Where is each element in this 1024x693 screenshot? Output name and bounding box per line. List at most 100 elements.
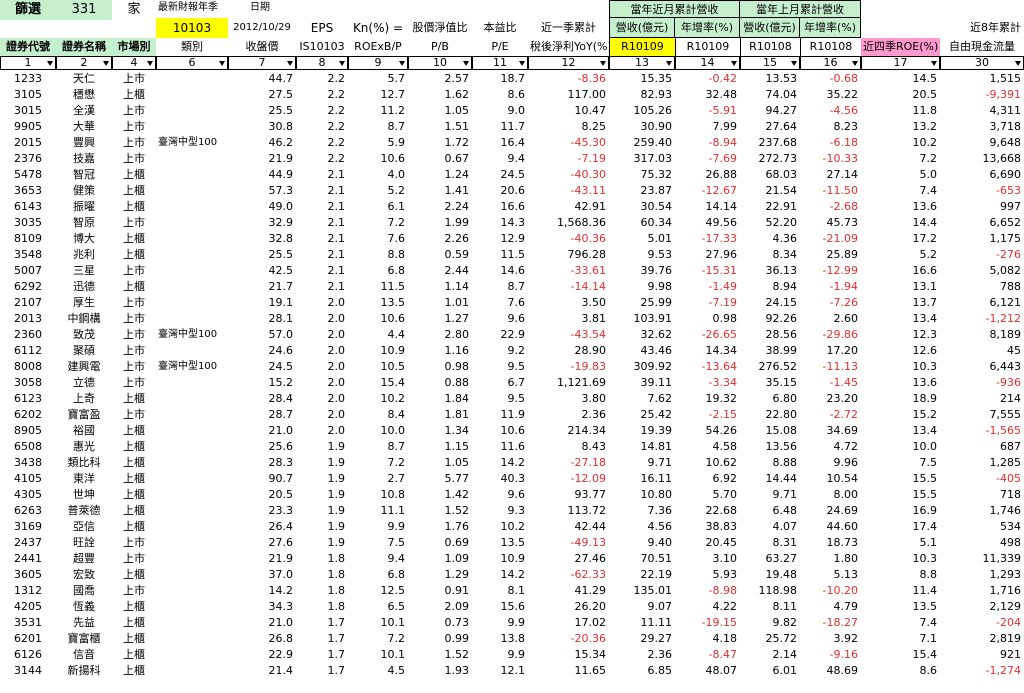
cell-col-security-code[interactable]: 8905 [0, 423, 56, 439]
cell-col-eps[interactable]: 2.0 [296, 391, 348, 407]
cell-col-kn[interactable]: 9.4 [348, 551, 408, 567]
cell-col-rev-month[interactable]: 22.19 [609, 567, 675, 583]
cell-col-pb[interactable]: 0.67 [408, 151, 472, 167]
cell-col-roe[interactable]: 5.2 [861, 247, 940, 263]
cell-col-rev-month[interactable]: 23.87 [609, 183, 675, 199]
cell-col-rev-month[interactable]: 75.32 [609, 167, 675, 183]
cell-col-pe[interactable]: 10.9 [472, 551, 528, 567]
cell-col-security-name[interactable]: 建興電 [56, 359, 112, 375]
cell-col-category[interactable] [156, 71, 228, 87]
cell-col-roe[interactable]: 13.4 [861, 311, 940, 327]
cell-col-eps[interactable]: 1.7 [296, 615, 348, 631]
cell-col-pe[interactable]: 9.0 [472, 103, 528, 119]
colnum-col-security-name[interactable]: 2 [56, 56, 112, 70]
cell-col-grow-prev[interactable]: -9.16 [800, 647, 861, 663]
cell-col-rev-month[interactable]: 16.11 [609, 471, 675, 487]
cell-col-pb[interactable]: 0.99 [408, 631, 472, 647]
cell-col-yoy[interactable]: -40.36 [528, 231, 609, 247]
cell-col-security-name[interactable]: 信音 [56, 647, 112, 663]
cell-col-pe[interactable]: 9.5 [472, 391, 528, 407]
cell-col-category[interactable] [156, 423, 228, 439]
colnum-col-rev-prev[interactable]: 15 [740, 56, 800, 70]
cell-col-cashflow[interactable]: 687 [940, 439, 1024, 455]
cell-col-roe[interactable]: 7.4 [861, 183, 940, 199]
cell-col-roe[interactable]: 10.0 [861, 439, 940, 455]
cell-col-rev-month[interactable]: 2.36 [609, 647, 675, 663]
cell-col-security-code[interactable]: 1312 [0, 583, 56, 599]
cell-col-rev-prev[interactable]: 21.54 [740, 183, 800, 199]
cell-col-kn[interactable]: 7.6 [348, 231, 408, 247]
cell-col-yoy[interactable]: 11.65 [528, 663, 609, 679]
cell-col-pe[interactable]: 16.6 [472, 199, 528, 215]
cell-col-cashflow[interactable]: 1,515 [940, 71, 1024, 87]
cell-col-category[interactable]: 臺灣中型100 [156, 135, 228, 151]
cell-col-yoy[interactable]: -20.36 [528, 631, 609, 647]
cell-col-security-name[interactable]: 全漢 [56, 103, 112, 119]
cell-col-security-code[interactable]: 4205 [0, 599, 56, 615]
cell-col-pb[interactable]: 1.81 [408, 407, 472, 423]
cell-col-yoy[interactable]: 3.50 [528, 295, 609, 311]
cell-col-rev-month[interactable]: 70.51 [609, 551, 675, 567]
cell-col-pe[interactable]: 11.9 [472, 407, 528, 423]
cell-col-close-price[interactable]: 37.0 [228, 567, 296, 583]
cell-col-yoy[interactable]: -7.19 [528, 151, 609, 167]
cell-col-security-name[interactable]: 中鋼構 [56, 311, 112, 327]
cell-col-close-price[interactable]: 44.9 [228, 167, 296, 183]
cell-col-pe[interactable]: 9.4 [472, 151, 528, 167]
cell-col-close-price[interactable]: 34.3 [228, 599, 296, 615]
cell-col-cashflow[interactable]: -276 [940, 247, 1024, 263]
cell-col-close-price[interactable]: 27.6 [228, 535, 296, 551]
cell-col-category[interactable] [156, 87, 228, 103]
cell-col-market[interactable]: 上櫃 [112, 519, 156, 535]
cell-col-eps[interactable]: 2.1 [296, 279, 348, 295]
cell-col-eps[interactable]: 2.0 [296, 407, 348, 423]
cell-col-security-name[interactable]: 裕國 [56, 423, 112, 439]
cell-col-grow-prev[interactable]: -7.26 [800, 295, 861, 311]
cell-col-rev-month[interactable]: 30.54 [609, 199, 675, 215]
cell-col-pb[interactable]: 1.76 [408, 519, 472, 535]
cell-col-grow-month[interactable]: 27.96 [675, 247, 740, 263]
cell-col-eps[interactable]: 2.0 [296, 375, 348, 391]
cell-col-pe[interactable]: 14.3 [472, 215, 528, 231]
cell-col-rev-prev[interactable]: 24.15 [740, 295, 800, 311]
cell-col-pe[interactable]: 12.1 [472, 663, 528, 679]
cell-col-cashflow[interactable]: 1,285 [940, 455, 1024, 471]
cell-col-market[interactable]: 上市 [112, 535, 156, 551]
cell-col-category[interactable] [156, 231, 228, 247]
cell-col-pb[interactable]: 0.98 [408, 359, 472, 375]
cell-col-security-name[interactable]: 三星 [56, 263, 112, 279]
cell-col-grow-prev[interactable]: -1.45 [800, 375, 861, 391]
cell-col-pe[interactable]: 14.6 [472, 263, 528, 279]
cell-col-rev-prev[interactable]: 13.56 [740, 439, 800, 455]
cell-col-grow-prev[interactable]: -29.86 [800, 327, 861, 343]
cell-col-market[interactable]: 上櫃 [112, 87, 156, 103]
cell-col-market[interactable]: 上櫃 [112, 455, 156, 471]
colnum-col-category[interactable]: 6 [156, 56, 228, 70]
cell-col-security-name[interactable]: 亞信 [56, 519, 112, 535]
cell-col-pe[interactable]: 7.6 [472, 295, 528, 311]
cell-col-security-name[interactable]: 健策 [56, 183, 112, 199]
cell-col-rev-prev[interactable]: 4.07 [740, 519, 800, 535]
filter-dropdown-icon[interactable] [519, 61, 525, 66]
cell-col-cashflow[interactable]: 718 [940, 487, 1024, 503]
cell-col-cashflow[interactable]: 4,311 [940, 103, 1024, 119]
cell-col-grow-month[interactable]: 14.34 [675, 343, 740, 359]
cell-col-pb[interactable]: 1.84 [408, 391, 472, 407]
cell-col-security-code[interactable]: 3169 [0, 519, 56, 535]
cell-col-category[interactable] [156, 311, 228, 327]
cell-col-close-price[interactable]: 28.3 [228, 455, 296, 471]
cell-col-cashflow[interactable]: 534 [940, 519, 1024, 535]
cell-col-cashflow[interactable]: -405 [940, 471, 1024, 487]
cell-col-category[interactable] [156, 183, 228, 199]
cell-col-eps[interactable]: 1.7 [296, 647, 348, 663]
cell-col-kn[interactable]: 4.5 [348, 663, 408, 679]
cell-col-grow-prev[interactable]: 17.20 [800, 343, 861, 359]
cell-col-pe[interactable]: 10.6 [472, 423, 528, 439]
cell-col-roe[interactable]: 7.2 [861, 151, 940, 167]
cell-col-kn[interactable]: 8.7 [348, 119, 408, 135]
cell-col-kn[interactable]: 10.6 [348, 311, 408, 327]
cell-col-close-price[interactable]: 46.2 [228, 135, 296, 151]
cell-col-cashflow[interactable]: 9,648 [940, 135, 1024, 151]
cell-col-kn[interactable]: 11.5 [348, 279, 408, 295]
cell-col-roe[interactable]: 8.8 [861, 567, 940, 583]
